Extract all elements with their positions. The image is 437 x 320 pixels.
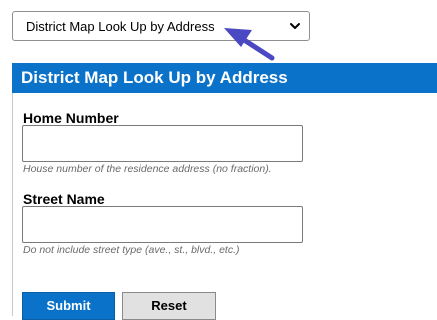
home-number-label: Home Number bbox=[23, 110, 119, 126]
street-name-hint: Do not include street type (ave., st., b… bbox=[23, 244, 240, 256]
lookup-type-select[interactable]: District Map Look Up by Address bbox=[12, 11, 310, 41]
home-number-hint: House number of the residence address (n… bbox=[23, 163, 272, 175]
chevron-down-icon bbox=[290, 23, 300, 29]
street-name-field[interactable] bbox=[22, 206, 303, 243]
lookup-type-select-value: District Map Look Up by Address bbox=[26, 19, 215, 34]
panel-title: District Map Look Up by Address bbox=[12, 63, 437, 93]
home-number-field[interactable] bbox=[22, 125, 303, 162]
street-name-label: Street Name bbox=[23, 191, 105, 207]
